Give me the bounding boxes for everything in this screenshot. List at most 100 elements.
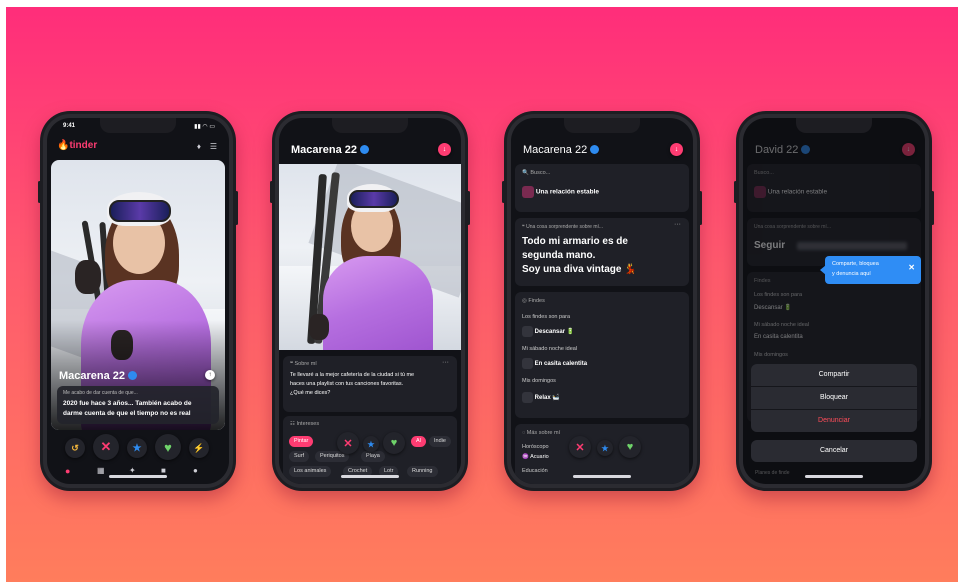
profile-details-screen: Macarena 22 ↓ 🔍 Busco... Una relación es…	[511, 118, 693, 484]
looking-for-card: 🔍 Busco... Una relación estable	[515, 164, 689, 212]
weekends-a2: En casita calentita	[522, 358, 587, 369]
prompt-card: Me acabo de dar cuenta de que... 2020 fu…	[57, 386, 219, 424]
verified-icon	[801, 144, 811, 154]
tooltip-text-2: y denuncia aquí	[832, 271, 871, 277]
surprise-label: Una cosa sorprendente sobre mí...	[754, 224, 831, 230]
info-icon[interactable]: ↑	[205, 370, 215, 380]
close-profile-button[interactable]: ↓	[438, 143, 451, 156]
prompt-text-1: 2020 fue hace 3 años... También acabo de	[63, 400, 192, 407]
about-card: ❝ Sobre mí ··· Te llevaré a la mejor caf…	[283, 356, 457, 412]
looking-for-card: Busco... Una relación estable	[747, 164, 921, 212]
weekends-q2: Mi sábado noche ideal	[754, 322, 810, 328]
superlike-button[interactable]: ★	[127, 438, 147, 458]
share-button[interactable]: Compartir	[751, 364, 917, 386]
nope-button[interactable]: ✕	[569, 436, 591, 458]
weekends-q1: Los findes son para	[522, 314, 571, 320]
weekends-q3: Mis domingos	[522, 378, 556, 384]
chip-interest[interactable]: Running	[407, 466, 438, 477]
profile-name: Macarena 22	[291, 144, 370, 156]
weekends-a1: Descansar 🔋	[754, 305, 792, 311]
profile-name: Macarena 22	[59, 370, 138, 382]
profile-name: Macarena 22	[523, 144, 600, 156]
like-button[interactable]: ♥	[155, 434, 181, 460]
nav-flame-icon[interactable]: ●	[65, 466, 70, 476]
weekends-q2: Mi sábado noche ideal	[522, 346, 578, 352]
more-label: ◌ Más sobre mí	[522, 430, 561, 436]
report-button[interactable]: Denunciar	[751, 410, 917, 432]
about-text-3: ¿Qué me dices?	[290, 390, 331, 396]
prompt-label: Me acabo de dar cuenta de que...	[63, 390, 138, 396]
superlike-button[interactable]: ★	[597, 440, 613, 456]
weekends-q3: Mis domingos	[754, 352, 788, 358]
chip-interest[interactable]: Indie	[429, 436, 451, 447]
weekends-card: ◎ Findes Los findes son para Descansar 🔋…	[515, 292, 689, 418]
weekends-q1: Los findes son para	[754, 292, 803, 298]
horoscope-value: ♒ Acuario	[522, 454, 549, 460]
bell-icon[interactable]: ♦	[197, 142, 201, 151]
close-profile-button[interactable]: ↓	[670, 143, 683, 156]
phone-discover: 9:41 ▮▮ ◠ ▭ 🔥tinder ♦ ☰ Macarena 22 ↑ Me…	[38, 111, 238, 491]
surprise-label: ❝ Una cosa sorprendente sobre mí...	[522, 224, 604, 230]
chip-interest[interactable]: Surf	[289, 451, 310, 462]
profile-photo[interactable]	[279, 164, 461, 350]
safety-menu-screen: David 22 ↓ Busco... Una relación estable…	[743, 118, 925, 484]
more-options-icon[interactable]: ···	[674, 221, 681, 228]
chip-interest[interactable]: Pintar	[289, 436, 314, 447]
weekends-label: ◎ Findes	[522, 298, 545, 304]
follow-text: Seguir	[754, 240, 786, 251]
looking-value: Una relación estable	[522, 186, 599, 198]
nope-button[interactable]: ✕	[93, 434, 119, 460]
more-options-icon[interactable]: ···	[442, 359, 449, 366]
rewind-button[interactable]: ↺	[65, 438, 85, 458]
block-button[interactable]: Bloquear	[751, 387, 917, 409]
looking-label: Busco...	[754, 170, 774, 176]
surprise-line-1: Todo mi armario es de	[522, 236, 628, 247]
verified-icon	[128, 370, 138, 380]
tooltip-text-1: Comparte, bloquea	[832, 261, 879, 267]
phone-profile-details: Macarena 22 ↓ 🔍 Busco... Una relación es…	[502, 111, 702, 491]
nav-profile-icon[interactable]: ●	[193, 466, 198, 475]
weekends-a1: Descansar 🔋	[522, 326, 574, 337]
about-text-1: Te llevaré a la mejor cafetería de la ci…	[290, 372, 415, 378]
about-text-2: haces una playlist con tus canciones fav…	[290, 381, 404, 387]
prompt-text-2: darme cuenta de que el tiempo no es real	[63, 410, 191, 417]
surprise-line-2: segunda mano.	[522, 250, 596, 261]
safety-tooltip: Comparte, bloquea y denuncia aquí ✕	[820, 256, 921, 284]
about-label: ❝ Sobre mí	[290, 361, 317, 367]
weekends-label: Findes	[754, 278, 771, 284]
tinder-logo: 🔥tinder	[57, 140, 98, 151]
more-label: Planes de finde	[755, 470, 790, 476]
close-profile-button[interactable]: ↓	[902, 143, 915, 156]
profile-name: David 22	[755, 144, 811, 156]
looking-value: Una relación estable	[754, 186, 827, 198]
boost-button[interactable]: ⚡	[189, 438, 209, 458]
nav-chat-icon[interactable]: ■	[161, 466, 166, 475]
like-button[interactable]: ♥	[383, 432, 405, 454]
weekends-a3: Relax 🛀	[522, 392, 560, 403]
weekends-a2: En casita calentita	[754, 334, 803, 340]
surprise-card: ❝ Una cosa sorprendente sobre mí... ··· …	[515, 218, 689, 286]
chip-interest[interactable]: Playa	[361, 451, 385, 462]
nope-button[interactable]: ✕	[337, 432, 359, 454]
verified-icon	[360, 144, 370, 154]
status-time: 9:41	[63, 123, 76, 129]
blurred-text	[797, 242, 907, 250]
nav-sparkle-icon[interactable]: ✦	[129, 466, 136, 475]
verified-icon	[590, 144, 600, 154]
surprise-line-3: Soy una diva vintage 💃	[522, 264, 637, 275]
status-icons: ▮▮ ◠ ▭	[194, 124, 215, 130]
phone-profile-photo: Macarena 22 ↓ ❝ Sobre mí ··· Te llevaré …	[270, 111, 470, 491]
cancel-button[interactable]: Cancelar	[751, 440, 917, 462]
filter-icon[interactable]: ☰	[210, 142, 217, 151]
profile-screen: Macarena 22 ↓ ❝ Sobre mí ··· Te llevaré …	[279, 118, 461, 484]
education-label: Educación	[522, 468, 548, 474]
tooltip-close-icon[interactable]: ✕	[908, 263, 915, 272]
horoscope-label: Horóscopo	[522, 444, 549, 450]
superlike-button[interactable]: ★	[363, 436, 379, 452]
like-button[interactable]: ♥	[619, 436, 641, 458]
chip-interest[interactable]: Los animales	[289, 466, 332, 477]
nav-explore-icon[interactable]: ▦	[97, 466, 105, 475]
discover-screen: 9:41 ▮▮ ◠ ▭ 🔥tinder ♦ ☰ Macarena 22 ↑ Me…	[47, 118, 229, 484]
looking-label: 🔍 Busco...	[522, 170, 551, 176]
chip-interest[interactable]: Al	[411, 436, 426, 447]
